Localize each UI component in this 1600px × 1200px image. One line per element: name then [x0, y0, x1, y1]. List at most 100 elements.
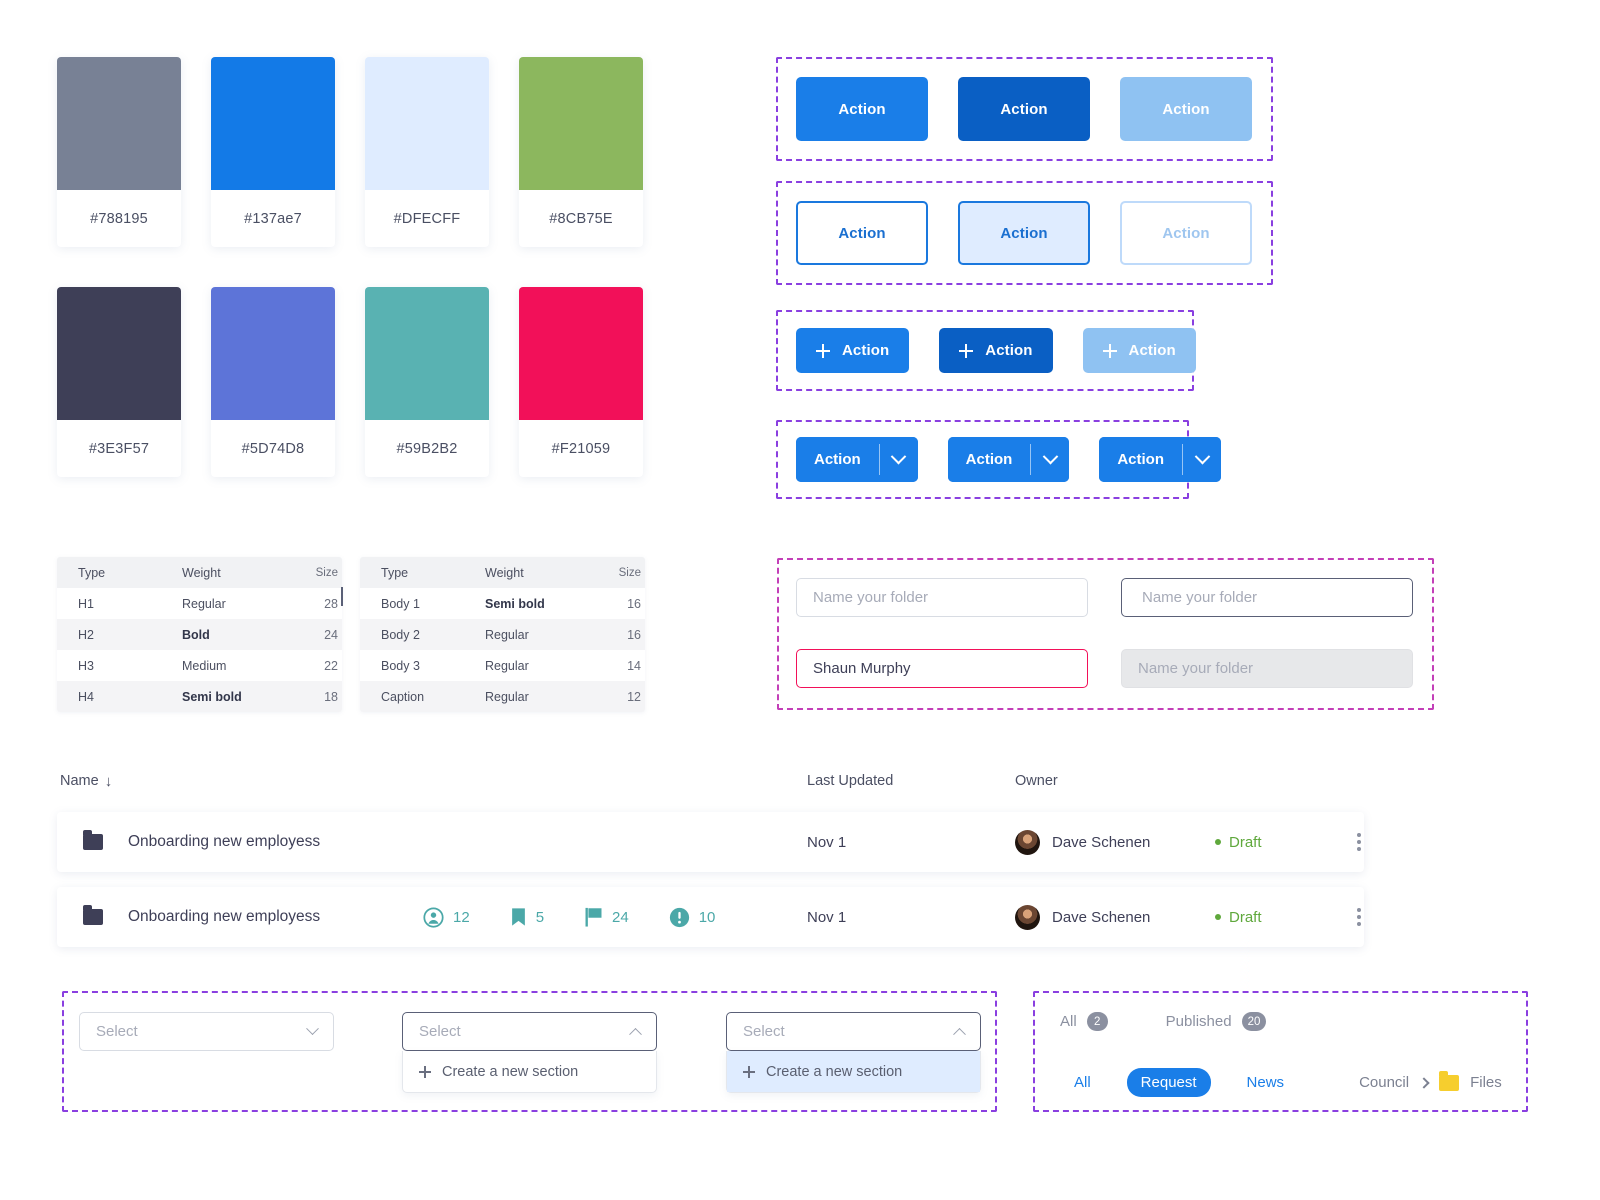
tab-all[interactable]: All 2	[1060, 1012, 1108, 1031]
filter-pill-all[interactable]: All	[1060, 1068, 1105, 1097]
swatch-hex-label: #3E3F57	[88, 440, 150, 457]
type-size: 18	[324, 689, 338, 704]
split-action-button-1: Action	[796, 437, 918, 482]
select-trigger[interactable]: Select	[402, 1012, 657, 1051]
type-weight: Regular	[182, 596, 226, 611]
column-header-name-label: Name	[60, 773, 99, 789]
outline-button-group: Action Action Action	[796, 201, 1252, 265]
type-name: H2	[78, 627, 94, 642]
button-label: Action	[842, 342, 890, 359]
select-open-hover: Select Create a new section	[726, 1012, 981, 1093]
folder-name-input-default[interactable]	[796, 578, 1088, 617]
row-more-options-button[interactable]	[1357, 833, 1361, 851]
status-dot-icon	[1215, 839, 1221, 845]
swatch-color-block	[365, 57, 489, 190]
select-placeholder: Select	[96, 1023, 138, 1040]
color-swatch: #788195	[57, 57, 181, 247]
tab-published[interactable]: Published 20	[1166, 1012, 1267, 1031]
owner-cell: Dave Schenen	[1015, 829, 1215, 855]
folder-icon	[83, 905, 103, 925]
table-row[interactable]: Onboarding new employess Nov 1 Dave Sche…	[57, 812, 1364, 872]
column-header-size: Size	[315, 566, 338, 579]
swatch-hex-label: #788195	[90, 210, 148, 227]
select-trigger[interactable]: Select	[726, 1012, 981, 1051]
create-section-option[interactable]: Create a new section	[727, 1051, 980, 1092]
breadcrumb-parent[interactable]: Council	[1359, 1074, 1409, 1091]
column-header-size: Size	[618, 566, 641, 579]
chevron-up-icon	[953, 1027, 966, 1041]
column-header-name[interactable]: Name ↓	[57, 773, 807, 790]
color-swatch: #137ae7	[211, 57, 335, 247]
select-placeholder: Select	[419, 1023, 461, 1040]
split-main-button[interactable]: Action	[796, 437, 879, 482]
action-button-disabled[interactable]: Action	[1120, 77, 1252, 141]
filters-group: All 2 Published 20 All Request News Coun…	[1060, 1012, 1502, 1097]
add-action-button-pressed[interactable]: Action	[939, 328, 1053, 373]
chevron-down-icon	[1194, 448, 1210, 465]
sort-descending-icon[interactable]: ↓	[105, 773, 113, 790]
table-row: H1 Regular 28	[57, 588, 342, 619]
swatch-hex-label: #59B2B2	[396, 440, 458, 457]
split-action-button-2: Action	[947, 437, 1070, 482]
folder-name-input-error[interactable]	[796, 649, 1088, 688]
type-size: 24	[324, 627, 338, 642]
table-row: Body 1 Semi bold 16	[360, 588, 645, 619]
status-label: Draft	[1229, 833, 1262, 851]
chevron-down-icon	[306, 1022, 319, 1036]
bookmark-icon	[511, 908, 525, 926]
person-icon	[423, 906, 444, 928]
select-trigger[interactable]: Select	[79, 1012, 334, 1051]
split-dropdown-toggle[interactable]	[1031, 437, 1070, 482]
table-row[interactable]: Onboarding new employess 12 5 24 10 Nov …	[57, 887, 1364, 947]
action-button-pressed[interactable]: Action	[958, 77, 1090, 141]
create-section-option[interactable]: Create a new section	[403, 1051, 656, 1092]
button-label: Action	[1128, 342, 1176, 359]
stat-alerts: 10	[669, 907, 715, 928]
alert-icon	[669, 907, 689, 927]
table-row: H4 Semi bold 18	[57, 681, 342, 712]
swatch-color-block	[519, 57, 643, 190]
type-weight: Semi bold	[485, 596, 545, 611]
last-updated-cell: Nov 1	[807, 908, 847, 926]
plus-icon	[1102, 343, 1117, 358]
chevron-down-icon	[890, 448, 907, 465]
color-palette: #788195 #137ae7 #DFECFF #8CB75E #3E3F57 …	[57, 57, 643, 477]
split-dropdown-toggle[interactable]	[1183, 437, 1222, 482]
color-swatch: #DFECFF	[365, 57, 489, 247]
breadcrumb-current: Files	[1470, 1074, 1502, 1091]
status-label: Draft	[1229, 908, 1262, 926]
action-outline-button-pressed[interactable]: Action	[958, 201, 1090, 265]
file-name-cell: Onboarding new employess 12 5 24 10	[57, 905, 807, 928]
breadcrumb: Council Files	[1359, 1070, 1502, 1091]
action-outline-button-default[interactable]: Action	[796, 201, 928, 265]
table-row: Body 3 Regular 14	[360, 650, 645, 681]
swatch-color-block	[211, 287, 335, 420]
type-weight: Bold	[182, 627, 210, 642]
type-name: Caption	[381, 689, 425, 704]
filter-pill-request[interactable]: Request	[1126, 1068, 1211, 1097]
button-label: Action	[985, 342, 1033, 359]
color-swatch: #F21059	[519, 287, 643, 477]
row-more-options-button[interactable]	[1357, 908, 1361, 926]
type-size: 22	[324, 658, 338, 673]
column-header-owner: Owner	[1015, 773, 1058, 789]
file-name-label: Onboarding new employess	[128, 908, 321, 925]
swatch-hex-label: #DFECFF	[393, 210, 461, 227]
type-weight: Regular	[485, 627, 529, 642]
folder-name-input-focused[interactable]	[1121, 578, 1413, 617]
chevron-right-icon	[1418, 1076, 1430, 1089]
stat-bookmarks: 5	[510, 907, 544, 927]
plus-icon	[419, 1065, 431, 1078]
add-action-button-default[interactable]: Action	[796, 328, 910, 373]
add-action-button-disabled[interactable]: Action	[1082, 328, 1196, 373]
type-size: 14	[627, 658, 641, 673]
split-main-button[interactable]: Action	[947, 437, 1031, 482]
filter-pill-news[interactable]: News	[1233, 1068, 1299, 1097]
action-outline-button-disabled[interactable]: Action	[1120, 201, 1252, 265]
color-swatch: #8CB75E	[519, 57, 643, 247]
split-button-group: Action Action Action	[796, 437, 1222, 482]
action-button-default[interactable]: Action	[796, 77, 928, 141]
split-main-button[interactable]: Action	[1099, 437, 1183, 482]
split-dropdown-toggle[interactable]	[879, 437, 918, 482]
swatch-color-block	[57, 287, 181, 420]
